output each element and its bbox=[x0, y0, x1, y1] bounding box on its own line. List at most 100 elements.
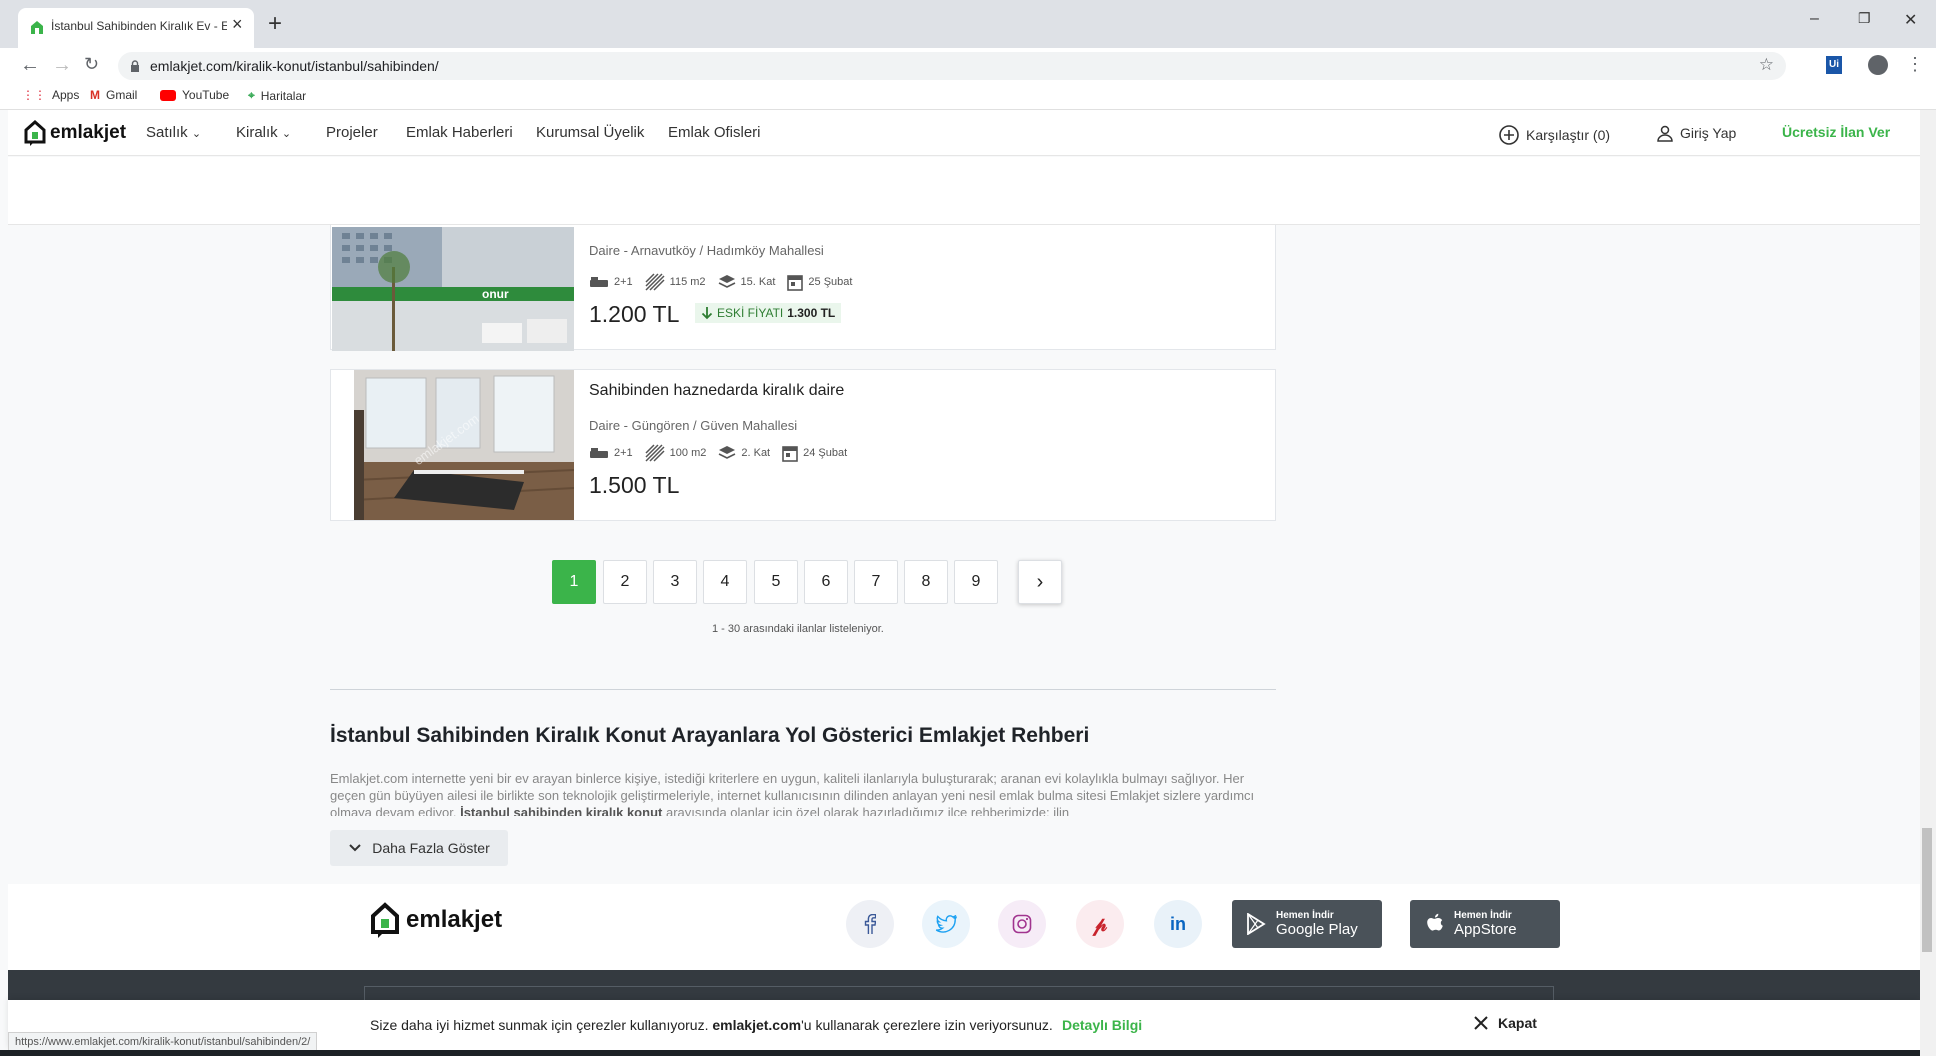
listing-location: Daire - Arnavutköy / Hadımköy Mahallesi bbox=[589, 243, 824, 258]
page: İstanbul Sahibinden Kiralık Ev - E × + –… bbox=[0, 0, 1936, 1056]
bed-icon bbox=[590, 277, 608, 287]
bookmark-gmail[interactable]: M Gmail bbox=[90, 88, 137, 102]
calendar-icon bbox=[782, 446, 798, 462]
nav-projeler[interactable]: Projeler bbox=[326, 124, 378, 141]
page-button-3[interactable]: 3 bbox=[653, 560, 697, 604]
price-range-select[interactable]: Fiyat Aralığı ⌄ bbox=[1376, 171, 1558, 211]
cookie-close-button[interactable]: Kapat bbox=[1474, 1015, 1537, 1031]
login-button[interactable]: Giriş Yap bbox=[1656, 124, 1736, 142]
footer-logo[interactable]: emlakjet bbox=[370, 902, 502, 938]
store-big-label: Google Play bbox=[1276, 921, 1358, 938]
page-button-9[interactable]: 9 bbox=[954, 560, 998, 604]
tab-close-icon[interactable]: × bbox=[232, 14, 243, 35]
apple-icon bbox=[1427, 913, 1443, 931]
bookmark-apps[interactable]: ⋮⋮ Apps bbox=[22, 88, 79, 102]
bookmark-youtube[interactable]: YouTube bbox=[160, 88, 229, 102]
page-button-2[interactable]: 2 bbox=[603, 560, 647, 604]
property-type-select[interactable]: Kiralık Konut ⌄ bbox=[24, 171, 178, 211]
store-big-label: AppStore bbox=[1454, 921, 1517, 938]
listing-card[interactable]: emlakjet.com Sahibinden haznedarda kiral… bbox=[330, 369, 1276, 521]
listing-photo[interactable]: emlakjet.com bbox=[354, 370, 574, 520]
nav-kiralik[interactable]: Kiralık ⌄ bbox=[236, 124, 291, 141]
bookmark-maps[interactable]: ⌖ Haritalar bbox=[248, 88, 306, 103]
meta-value: 100 m2 bbox=[669, 447, 707, 459]
location-chip[interactable]: İstanbul × bbox=[218, 178, 306, 204]
app-store-text: Hemen İndir AppStore bbox=[1454, 910, 1517, 938]
taskbar-strip bbox=[0, 1050, 1936, 1056]
cookie-details-link[interactable]: Detaylı Bilgi bbox=[1062, 1017, 1142, 1033]
page-button-6[interactable]: 6 bbox=[804, 560, 848, 604]
browser-tab[interactable]: İstanbul Sahibinden Kiralık Ev - E × bbox=[18, 8, 254, 48]
page-button-5[interactable]: 5 bbox=[754, 560, 798, 604]
bed-icon bbox=[590, 448, 608, 458]
star-icon[interactable]: ☆ bbox=[1759, 55, 1774, 75]
meta-rooms: 2+1 bbox=[589, 275, 633, 289]
footer: emlakjet 𝓅 in Hemen İndir Google Play Hem… bbox=[8, 884, 1920, 970]
menu-icon[interactable]: ⋮ bbox=[1906, 54, 1924, 75]
restore-icon[interactable]: ❐ bbox=[1858, 10, 1871, 27]
reload-icon[interactable]: ↻ bbox=[84, 54, 99, 75]
listing-photo-room bbox=[354, 370, 574, 520]
chevron-down-icon bbox=[349, 844, 361, 852]
plus-circle-icon bbox=[1764, 181, 1783, 201]
window-close-icon[interactable]: ✕ bbox=[1904, 10, 1917, 30]
svg-text:onur: onur bbox=[482, 287, 509, 301]
new-tab-icon[interactable]: + bbox=[268, 10, 282, 38]
listing-photo-building: onur bbox=[332, 227, 574, 351]
post-free-ad-link[interactable]: Ücretsiz İlan Ver bbox=[1782, 124, 1890, 140]
page-button-1[interactable]: 1 bbox=[552, 560, 596, 604]
all-filters-button[interactable]: Tüm Filtreler bbox=[1748, 171, 1898, 211]
pinterest-icon[interactable]: 𝓅 bbox=[1076, 900, 1124, 948]
page-button-4[interactable]: 4 bbox=[703, 560, 747, 604]
twitter-icon[interactable] bbox=[922, 900, 970, 948]
store-small-label: Hemen İndir bbox=[1276, 910, 1334, 921]
guide-text-part: arayışında olanlar için özel olarak hazı… bbox=[665, 805, 1070, 816]
room-count-select[interactable]: Oda Sayısı ⌄ bbox=[1566, 171, 1742, 211]
linkedin-icon[interactable]: in bbox=[1154, 900, 1202, 948]
facebook-icon[interactable] bbox=[846, 900, 894, 948]
address-bar[interactable]: emlakjet.com/kiralik-konut/istanbul/sahi… bbox=[118, 52, 1786, 80]
calendar-icon bbox=[787, 275, 804, 291]
all-filters-label: Tüm Filtreler bbox=[1791, 182, 1883, 200]
nav-kurumsal[interactable]: Kurumsal Üyelik bbox=[536, 124, 644, 141]
bookmark-label: YouTube bbox=[182, 88, 230, 102]
page-button-7[interactable]: 7 bbox=[854, 560, 898, 604]
google-play-button[interactable]: Hemen İndir Google Play bbox=[1232, 900, 1382, 948]
listing-title[interactable]: Sahibinden arnavutköy satılık daire bbox=[589, 181, 838, 199]
extension-icon[interactable]: Ui bbox=[1826, 56, 1842, 74]
forward-icon[interactable]: → bbox=[52, 54, 72, 77]
chevron-down-icon: ⌄ bbox=[1717, 182, 1729, 198]
nav-ofisler[interactable]: Emlak Ofisleri bbox=[668, 124, 761, 141]
listing-title[interactable]: Sahibinden haznedarda kiralık daire bbox=[589, 382, 844, 400]
meta-area: 115 m2 bbox=[645, 273, 706, 291]
user-icon bbox=[1657, 125, 1673, 142]
next-page-icon[interactable]: › bbox=[1018, 560, 1062, 604]
nav-satilik[interactable]: Satılık ⌄ bbox=[146, 124, 201, 141]
pinterest-glyph: 𝓅 bbox=[1092, 912, 1108, 936]
bookmark-label: Apps bbox=[52, 88, 80, 102]
show-more-button[interactable]: Daha Fazla Göster bbox=[330, 830, 508, 866]
compare-label: Karşılaştır (0) bbox=[1526, 127, 1611, 143]
minimize-icon[interactable]: – bbox=[1810, 10, 1819, 28]
instagram-icon[interactable] bbox=[998, 900, 1046, 948]
page-button-8[interactable]: 8 bbox=[904, 560, 948, 604]
url-text: emlakjet.com/kiralik-konut/istanbul/sahi… bbox=[150, 58, 439, 74]
back-icon[interactable]: ← bbox=[20, 54, 40, 77]
profile-icon[interactable] bbox=[1868, 55, 1888, 75]
app-store-button[interactable]: Hemen İndir AppStore bbox=[1410, 900, 1560, 948]
chevron-down-icon: ⌄ bbox=[191, 128, 202, 140]
old-price-badge: ESKİ FİYATI 1.300 TL bbox=[695, 303, 842, 323]
chip-remove-icon[interactable]: × bbox=[285, 184, 300, 198]
header-logo[interactable]: emlakjet bbox=[24, 120, 126, 146]
listing-photo[interactable]: onur bbox=[332, 227, 574, 351]
scrollbar-thumb[interactable] bbox=[1922, 828, 1932, 952]
cookie-close-label: Kapat bbox=[1498, 1015, 1537, 1031]
chevron-down-icon: ⌄ bbox=[281, 128, 292, 140]
nav-haberler[interactable]: Emlak Haberleri bbox=[406, 124, 513, 141]
facebook-glyph bbox=[864, 914, 876, 934]
old-price-value: 1.300 TL bbox=[787, 306, 836, 320]
compare-button[interactable]: Karşılaştır (0) bbox=[1498, 124, 1610, 146]
meta-value: 24 Şubat bbox=[803, 447, 848, 459]
youtube-icon bbox=[160, 89, 176, 101]
listing-card[interactable]: onur Sahibinden arnavutköy satılık daire… bbox=[330, 181, 1276, 351]
